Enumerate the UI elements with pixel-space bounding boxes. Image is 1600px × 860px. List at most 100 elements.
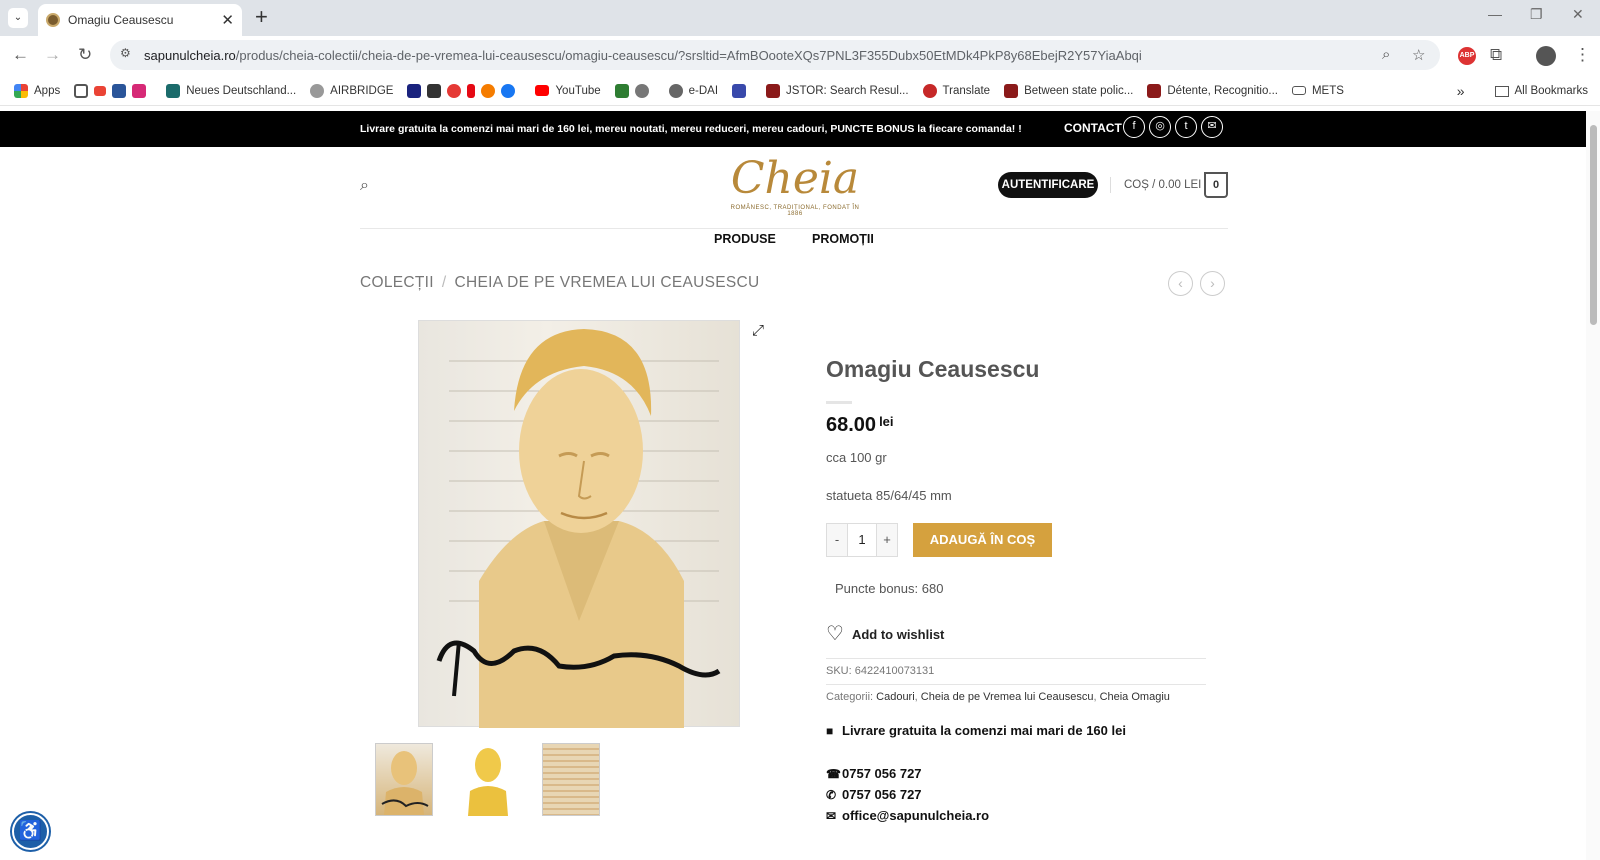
mets-icon [1291,86,1306,95]
netflix-icon [467,83,476,98]
bookmark-detente[interactable]: Détente, Recognitio... [1147,83,1278,98]
product-main-image[interactable] [418,320,740,728]
prev-product-button[interactable]: ‹ [1168,271,1193,296]
bookmark-airbridge[interactable]: AIRBRIDGE [310,83,393,98]
thumbnail-2[interactable] [458,743,516,816]
nd-icon [166,83,181,98]
site-header: ⌕ Cheia ROMÂNESC, TRADIȚIONAL, FONDAT ÎN… [360,147,1228,229]
thumbnail-bust-icon [468,748,508,816]
delivery-note: ■ Livrare gratuita la comenzi mai mari de… [826,723,1126,738]
divider [826,684,1206,685]
nav-promotii[interactable]: PROMOȚII [812,232,874,246]
bookmarks-overflow[interactable]: » All Bookmarks [1457,83,1588,99]
page-scrollbar[interactable] [1586,111,1600,860]
bookmark-star-icon[interactable]: ☆ [1412,46,1425,64]
zoom-icon[interactable]: ⌕ [1382,46,1390,63]
email-icon[interactable]: ✉ [1201,116,1223,138]
close-window-icon[interactable]: ✕ [1572,6,1584,23]
address-bar[interactable]: ⚙ sapunulcheia.ro/produs/cheia-colectii/… [110,40,1440,70]
header-divider [1110,177,1111,193]
restore-icon[interactable]: ❐ [1530,6,1543,23]
quantity-stepper: - 1 + [826,523,898,557]
login-button[interactable]: AUTENTIFICARE [998,172,1098,198]
browser-toolbar: ← → ↻ ⚙ sapunulcheia.ro/produs/cheia-col… [0,36,1600,76]
adblock-extension-icon[interactable]: ABP [1458,47,1476,65]
browser-menu-icon[interactable]: ⋮ [1574,45,1591,65]
breadcrumb-category[interactable]: CHEIA DE PE VREMEA LUI CEAUSESCU [455,274,760,291]
tab-search-button[interactable]: ⌄ [8,8,28,28]
qty-input[interactable]: 1 [847,524,877,556]
globe-icon [634,83,649,98]
facebook-icon [501,83,516,98]
next-product-button[interactable]: › [1200,271,1225,296]
site-info-icon[interactable]: ⚙ [120,46,131,60]
gmail-icon [94,85,107,96]
breadcrumb-separator: / [441,274,447,291]
bookmark-jstor[interactable]: JSTOR: Search Resul... [766,83,909,98]
browser-tab[interactable]: Omagiu Ceausescu ✕ [38,4,242,36]
instagram-icon[interactable]: ◎ [1149,116,1171,138]
thumbnail-3[interactable] [542,743,600,816]
category-link-cadouri[interactable]: Cadouri [876,691,915,703]
site-logo[interactable]: Cheia ROMÂNESC, TRADIȚIONAL, FONDAT ÎN 1… [725,153,865,223]
grid-icon [74,83,89,98]
apps-grid-icon [14,83,28,98]
price-amount: 68.00 [826,414,877,436]
bookmark-site-icon [732,83,747,98]
cart-link[interactable]: COȘ / 0.00 LEI [1124,179,1201,191]
category-link-ceausescu[interactable]: Cheia de pe Vremea lui Ceausescu [921,691,1094,703]
cart-count-badge[interactable]: 0 [1204,172,1228,198]
add-to-cart-button[interactable]: ADAUGĂ ÎN COȘ [913,523,1052,557]
bookmark-neues-deutschland[interactable]: Neues Deutschland... [166,83,296,98]
minimize-icon[interactable]: — [1488,6,1502,22]
bookmark-youtube[interactable]: YouTube [535,85,601,97]
site-top-bar: Livrare gratuita la comenzi mai mari de … [0,111,1586,147]
title-divider [826,401,852,404]
promo-text: Livrare gratuita la comenzi mai mari de … [360,123,1022,135]
url-path: /produs/cheia-colectii/cheia-de-pe-vreme… [235,47,1142,63]
m-icon [407,83,422,98]
profile-avatar[interactable] [1536,46,1556,66]
bookmark-mets[interactable]: METS [1291,85,1344,97]
accessibility-widget-icon[interactable]: ♿ [12,813,49,850]
chevron-right-icon[interactable]: » [1457,83,1465,99]
new-tab-button[interactable]: + [255,4,268,30]
y-icon [447,83,462,98]
bookmark-translate[interactable]: Translate [922,83,990,98]
bookmark-24[interactable] [732,83,752,98]
thumbnail-1[interactable] [375,743,433,816]
close-tab-icon[interactable]: ✕ [221,11,234,29]
facebook-icon[interactable]: f [1123,116,1145,138]
expand-image-icon[interactable]: ⤢ [752,322,764,339]
phone-contact[interactable]: ☎0757 056 727 [826,766,922,781]
nav-produse[interactable]: PRODUSE [714,232,776,246]
wishlist-label: Add to wishlist [851,626,945,642]
search-icon[interactable]: ⌕ [360,177,369,195]
divider [826,658,1206,659]
extensions-icon[interactable]: ⧉ [1490,45,1502,65]
contact-link[interactable]: CONTACT [1064,121,1122,135]
qty-minus-button[interactable]: - [827,524,847,556]
bookmark-icon-group[interactable] [74,83,152,98]
bookmark-apps[interactable]: Apps [14,83,60,98]
add-to-wishlist[interactable]: ♡ Add to wishlist [826,624,945,644]
breadcrumb-colectii[interactable]: COLECȚII [360,274,434,291]
qty-plus-button[interactable]: + [877,524,897,556]
bookmark-icon-group-3[interactable] [614,83,655,98]
sku-value: 6422410073131 [854,665,935,677]
all-bookmarks-label[interactable]: All Bookmarks [1515,85,1589,97]
bookmark-e-dai[interactable]: e-DAI [668,83,718,98]
twitter-icon[interactable]: t [1175,116,1197,138]
whatsapp-contact[interactable]: ✆ 0757 056 727 [826,787,922,802]
bookmark-between-state[interactable]: Between state polic... [1004,83,1133,98]
soap-bust-figure [436,329,721,728]
category-link-omagiu[interactable]: Cheia Omagiu [1100,691,1170,703]
bookmark-icon-group-2[interactable] [407,83,521,98]
back-icon[interactable]: ← [12,45,29,65]
scrollbar-thumb[interactable] [1590,125,1597,325]
forward-icon[interactable]: → [44,45,61,65]
product-size: statueta 85/64/45 mm [826,488,952,503]
email-contact[interactable]: ✉ office@sapunulcheia.ro [826,808,989,823]
logo-tagline: ROMÂNESC, TRADIȚIONAL, FONDAT ÎN 1886 [730,205,860,217]
reload-icon[interactable]: ↻ [78,45,92,65]
